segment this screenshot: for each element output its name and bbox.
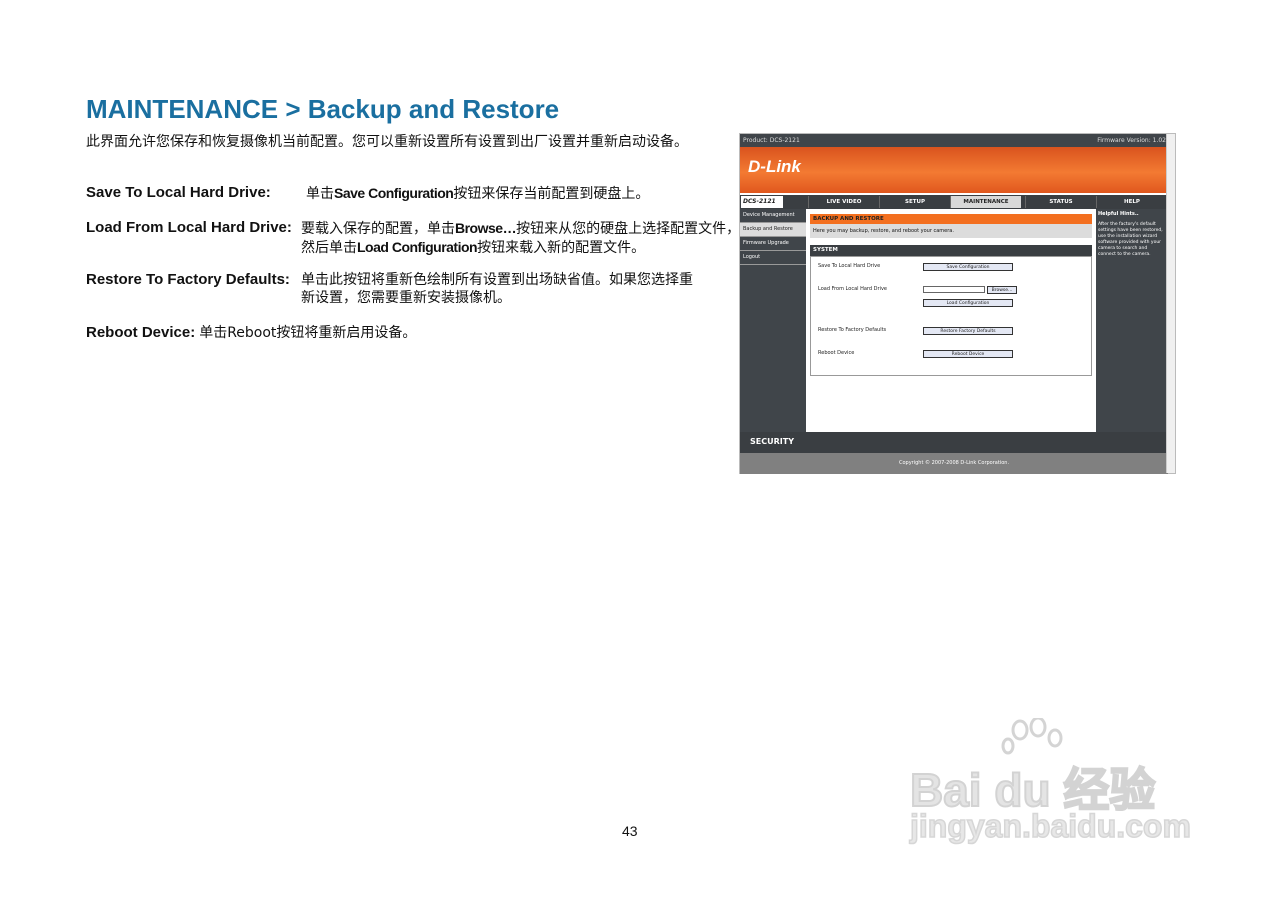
section-desc: Here you may backup, restore, and reboot… [810,224,1092,238]
item-text: 单击此按钮将重新色绘制所有设置到出场缺省值。如果您选择重 新设置，您需要重新安装摄… [301,272,693,306]
page-title: MAINTENANCE > Backup and Restore [86,94,560,124]
watermark-url: jingyan.baidu.com [909,807,1191,845]
nav-firmware-upgrade[interactable]: Firmware Upgrade [740,237,806,251]
tab-maintenance[interactable]: MAINTENANCE [950,196,1021,208]
security-bar: SECURITY [740,432,1168,453]
help-text: After the factory's default settings hav… [1098,222,1163,257]
system-box: Save To Local Hard Drive Save Configurat… [810,256,1092,376]
item-text: 单击Save Configuration按钮来保存当前配置到硬盘上。 [306,185,650,202]
browse-button[interactable]: Browse... [987,286,1017,294]
tab-live-video[interactable]: LIVE VIDEO [808,196,879,208]
brand-banner: D-Link [740,147,1168,193]
tab-setup[interactable]: SETUP [879,196,950,208]
item-text: 要载入保存的配置，单击Browse…按钮来从您的硬盘上选择配置文件， 然后单击Lo… [301,220,741,256]
security-label: SECURITY [750,437,794,446]
item-reboot: Reboot Device: 单击Reboot按钮将重新启用设备。 [86,324,416,342]
item-label: Reboot Device: [86,324,196,341]
item-label: Restore To Factory Defaults: [86,271,290,288]
item-load: Load From Local Hard Drive: 要载入保存的配置，单击B… [86,219,740,257]
scrollbar[interactable] [1166,134,1175,473]
save-label: Save To Local Hard Drive [818,263,881,269]
help-title: Helpful Hints.. [1098,211,1139,217]
item-restore: Restore To Factory Defaults: 单击此按钮将重新色绘制… [86,271,693,307]
item-save: Save To Local Hard Drive: 单击Save Configu… [86,184,649,203]
load-config-button[interactable]: Load Configuration [923,299,1013,307]
ui-screenshot: Product: DCS-2121 Firmware Version: 1.02… [739,133,1176,474]
nav-backup-restore[interactable]: Backup and Restore [740,223,806,237]
section-title: BACKUP AND RESTORE [810,214,1092,224]
item-label: Load From Local Hard Drive: [86,219,292,236]
reboot-button[interactable]: Reboot Device [923,350,1013,358]
nav-logout[interactable]: Logout [740,251,806,265]
nav-device-management[interactable]: Device Management [740,209,806,223]
copyright: Copyright © 2007-2008 D-Link Corporation… [740,453,1168,474]
item-text: 单击Reboot按钮将重新启用设备。 [199,325,417,341]
load-label: Load From Local Hard Drive [818,286,887,292]
restore-label: Restore To Factory Defaults [818,327,887,333]
tab-status[interactable]: STATUS [1025,196,1096,208]
firmware-label: Firmware Version: 1.02 [1097,137,1166,144]
nav-tabs: DCS-2121 LIVE VIDEO SETUP MAINTENANCE ST… [740,195,1168,209]
help-panel: Helpful Hints.. After the factory's defa… [1096,209,1168,432]
left-nav: Device Management Backup and Restore Fir… [740,209,806,432]
model-label: DCS-2121 [741,196,783,208]
reboot-label: Reboot Device [818,350,855,356]
file-input[interactable] [923,286,985,293]
product-label: Product: DCS-2121 [743,137,800,144]
dlink-logo: D-Link [748,157,801,176]
product-bar: Product: DCS-2121 Firmware Version: 1.02 [740,134,1168,147]
save-config-button[interactable]: Save Configuration [923,263,1013,271]
item-label: Save To Local Hard Drive: [86,184,271,201]
page-number: 43 [622,823,638,839]
tab-help[interactable]: HELP [1096,196,1167,208]
restore-defaults-button[interactable]: Restore Factory Defaults [923,327,1013,335]
system-title: SYSTEM [810,245,1092,256]
main-panel: BACKUP AND RESTORE Here you may backup, … [806,209,1096,432]
intro-text: 此界面允许您保存和恢复摄像机当前配置。您可以重新设置所有设置到出厂设置并重新启动… [86,134,688,150]
